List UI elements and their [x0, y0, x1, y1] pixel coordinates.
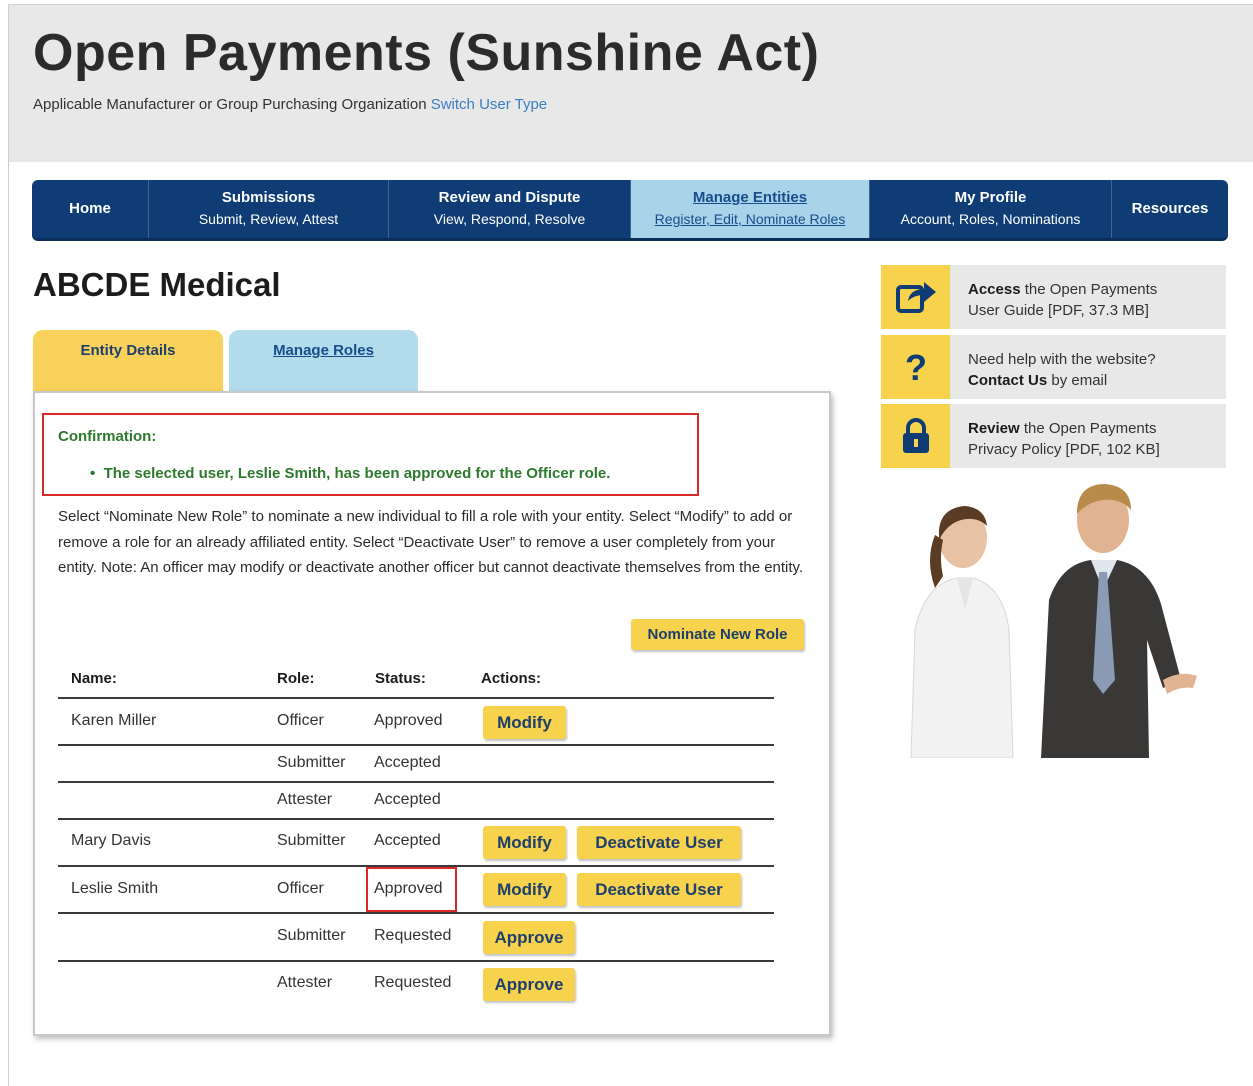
row-role: Officer — [277, 712, 324, 729]
modify-button[interactable]: Modify — [483, 826, 566, 859]
nav-submissions[interactable]: Submissions Submit, Review, Attest — [149, 180, 389, 238]
nav-resources-label: Resources — [1131, 200, 1209, 217]
nav-home[interactable]: Home — [32, 180, 149, 238]
table-divider — [58, 818, 774, 820]
modify-button[interactable]: Modify — [483, 873, 566, 906]
svg-text:?: ? — [905, 347, 927, 387]
instructions-text: Select “Nominate New Role” to nominate a… — [58, 508, 804, 576]
row-name: Karen Miller — [71, 712, 157, 729]
row-role: Submitter — [277, 927, 346, 944]
nav-resources[interactable]: Resources — [1112, 180, 1228, 238]
help-line2: by email — [1047, 372, 1108, 389]
professionals-photo — [881, 480, 1226, 759]
table-divider — [58, 781, 774, 783]
user-type-line: Applicable Manufacturer or Group Purchas… — [33, 96, 547, 113]
site-header: Open Payments (Sunshine Act) Applicable … — [9, 5, 1253, 162]
row-role: Submitter — [277, 832, 346, 849]
contact-us-card[interactable]: ? Need help with the website? Contact Us… — [881, 335, 1226, 399]
nav-submissions-label: Submissions — [221, 189, 316, 206]
nav-submissions-sub: Submit, Review, Attest — [198, 211, 339, 227]
bullet: • — [90, 465, 104, 482]
user-guide-bold: Access — [968, 281, 1021, 298]
contact-us-bold: Contact Us — [968, 372, 1048, 389]
approve-button[interactable]: Approve — [483, 921, 575, 954]
table-divider — [58, 960, 774, 962]
tab-manage-roles[interactable]: Manage Roles — [229, 330, 418, 392]
user-guide-card[interactable]: Access the Open Payments User Guide [PDF… — [881, 265, 1226, 329]
nav-home-label: Home — [69, 200, 111, 217]
row-status: Approved — [374, 712, 443, 729]
deactivate-user-button[interactable]: Deactivate User — [577, 826, 741, 859]
user-guide-line1: the Open Payments — [1020, 281, 1158, 298]
user-guide-text: Access the Open Payments User Guide [PDF… — [968, 279, 1157, 321]
col-header-actions: Actions: — [481, 670, 541, 687]
nav-manage-entities[interactable]: Manage Entities Register, Edit, Nominate… — [631, 180, 870, 238]
nav-review-dispute[interactable]: Review and Dispute View, Respond, Resolv… — [389, 180, 631, 238]
lock-icon — [881, 404, 950, 468]
confirmation-highlight — [42, 413, 699, 496]
col-header-role: Role: — [277, 670, 315, 687]
row-status: Requested — [374, 974, 452, 991]
confirmation-title: Confirmation: — [58, 428, 157, 445]
main-nav: Home Submissions Submit, Review, Attest … — [32, 180, 1228, 241]
nominate-new-role-button[interactable]: Nominate New Role — [631, 619, 804, 650]
privacy-policy-card[interactable]: Review the Open Payments Privacy Policy … — [881, 404, 1226, 468]
privacy-line2: Privacy Policy [PDF, 102 KB] — [968, 441, 1160, 458]
privacy-bold: Review — [968, 420, 1020, 437]
help-line1: Need help with the website? — [968, 351, 1156, 368]
user-type-label: Applicable Manufacturer or Group Purchas… — [33, 96, 427, 113]
nav-manage-label: Manage Entities — [692, 189, 808, 206]
question-icon: ? — [881, 335, 950, 399]
status-highlight — [366, 867, 457, 912]
contact-us-text: Need help with the website? Contact Us b… — [968, 349, 1156, 391]
row-role: Attester — [277, 974, 333, 991]
row-status: Accepted — [374, 754, 441, 771]
nav-profile-sub: Account, Roles, Nominations — [900, 211, 1081, 227]
row-role: Attester — [277, 791, 333, 808]
row-name: Mary Davis — [71, 832, 152, 849]
confirmation-message: • The selected user, Leslie Smith, has b… — [90, 465, 610, 482]
table-divider — [58, 912, 774, 914]
nav-profile-label: My Profile — [954, 189, 1027, 206]
row-role: Officer — [277, 880, 324, 897]
nav-manage-sub: Register, Edit, Nominate Roles — [654, 211, 846, 227]
switch-user-type-link[interactable]: Switch User Type — [431, 96, 547, 113]
table-divider — [58, 744, 774, 746]
approve-button[interactable]: Approve — [483, 968, 575, 1001]
nav-review-label: Review and Dispute — [438, 189, 581, 206]
confirmation-message-text: The selected user, Leslie Smith, has bee… — [103, 465, 611, 482]
privacy-line1: the Open Payments — [1019, 420, 1157, 437]
table-divider — [58, 697, 774, 699]
site-title: Open Payments (Sunshine Act) — [33, 24, 820, 82]
privacy-policy-text: Review the Open Payments Privacy Policy … — [968, 418, 1160, 460]
row-name: Leslie Smith — [71, 880, 159, 897]
row-status: Requested — [374, 927, 452, 944]
user-guide-line2: User Guide [PDF, 37.3 MB] — [968, 302, 1149, 319]
row-role: Submitter — [277, 754, 346, 771]
entity-name: ABCDE Medical — [33, 266, 281, 303]
col-header-name: Name: — [71, 670, 117, 687]
nav-review-sub: View, Respond, Resolve — [433, 211, 586, 227]
modify-button[interactable]: Modify — [483, 706, 566, 739]
nav-my-profile[interactable]: My Profile Account, Roles, Nominations — [870, 180, 1112, 238]
row-status: Accepted — [374, 832, 441, 849]
row-status: Accepted — [374, 791, 441, 808]
share-icon — [881, 265, 950, 329]
col-header-status: Status: — [375, 670, 426, 687]
deactivate-user-button[interactable]: Deactivate User — [577, 873, 741, 906]
tab-entity-details[interactable]: Entity Details — [33, 330, 223, 392]
